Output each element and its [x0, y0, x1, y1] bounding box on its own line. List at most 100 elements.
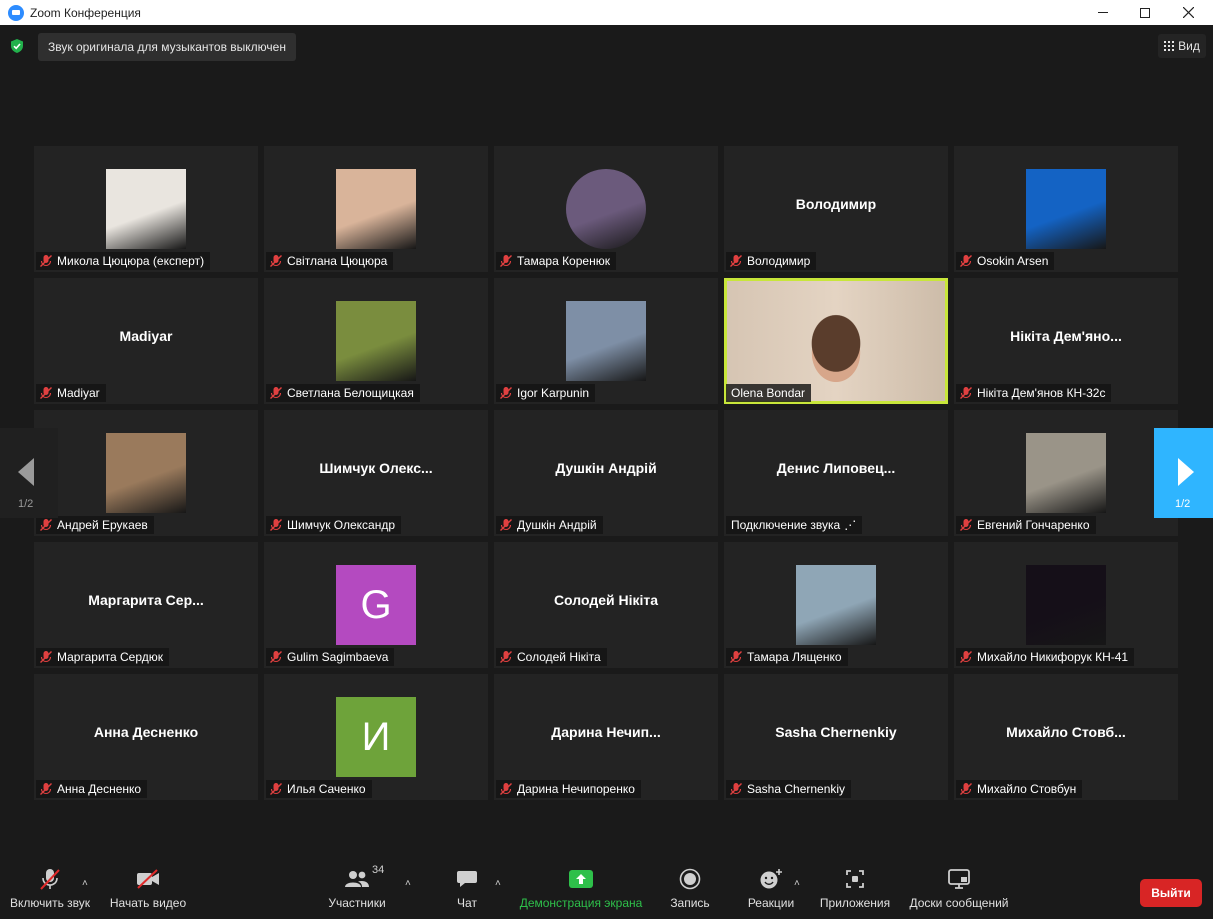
grid-icon	[1164, 41, 1175, 51]
start-video-button[interactable]: Начать видео	[104, 862, 192, 919]
participants-options-caret[interactable]: ˄	[405, 878, 415, 889]
participant-tile[interactable]: Світлана Цюцюра	[264, 146, 488, 272]
participant-display-name: Madiyar	[119, 328, 173, 344]
mic-muted-icon	[500, 387, 512, 399]
participant-tile[interactable]: Тамара Лященко	[724, 542, 948, 668]
maximize-button[interactable]	[1123, 0, 1167, 25]
participant-name: Світлана Цюцюра	[287, 254, 388, 268]
participant-tile[interactable]: Olena Bondar	[724, 278, 948, 404]
participant-tile[interactable]: Дарина Нечип... Дарина Нечипоренко	[494, 674, 718, 800]
participant-name: Тамара Лященко	[747, 650, 842, 664]
mic-muted-icon	[500, 255, 512, 267]
participant-tile[interactable]: Михайло Стовб... Михайло Стовбун	[954, 674, 1178, 800]
participant-tile[interactable]: Osokin Arsen	[954, 146, 1178, 272]
participant-display-name: Михайло Стовб...	[1006, 724, 1126, 740]
window-title: Zoom Конференция	[30, 5, 141, 20]
participant-name-label: Михайло Никифорук КН-41	[956, 648, 1135, 666]
unmute-label: Включить звук	[9, 896, 91, 910]
participant-tile[interactable]: Маргарита Сер... Маргарита Сердюк	[34, 542, 258, 668]
close-button[interactable]	[1166, 0, 1210, 25]
participant-tile[interactable]: Анна Десненко Анна Десненко	[34, 674, 258, 800]
prev-page-indicator: 1/2	[18, 498, 34, 510]
participant-tile[interactable]: Sasha Chernenkiy Sasha Chernenkiy	[724, 674, 948, 800]
reactions-options-caret[interactable]: ˄	[794, 878, 804, 889]
participant-name: Михайло Стовбун	[977, 782, 1077, 796]
leave-button[interactable]: Выйти	[1140, 879, 1202, 907]
mic-muted-icon	[40, 387, 52, 399]
participant-tile[interactable]: Солодей Нікіта Солодей Нікіта	[494, 542, 718, 668]
prev-page-button[interactable]: 1/2	[0, 428, 58, 518]
mic-muted-icon	[730, 651, 742, 663]
view-button[interactable]: Вид	[1158, 34, 1206, 58]
participant-tile[interactable]: Madiyar Madiyar	[34, 278, 258, 404]
participant-name-label: Михайло Стовбун	[956, 780, 1083, 798]
share-screen-label: Демонстрация экрана	[519, 896, 643, 910]
participant-name: Евгений Гончаренко	[977, 518, 1090, 532]
participant-display-name: Нікіта Дем'яно...	[1010, 328, 1122, 344]
share-screen-button[interactable]: Демонстрация экрана	[516, 862, 646, 919]
mic-muted-icon	[500, 519, 512, 531]
participant-photo	[566, 301, 646, 381]
arrow-left-icon	[18, 458, 34, 486]
participant-display-name: Маргарита Сер...	[88, 592, 204, 608]
connecting-icon: ⋰	[844, 518, 857, 532]
mic-muted-icon	[960, 783, 972, 795]
participant-photo	[1026, 169, 1106, 249]
shield-icon[interactable]	[9, 38, 25, 54]
participant-tile[interactable]: Душкін Андрій Душкін Андрій	[494, 410, 718, 536]
mic-muted-icon	[270, 783, 282, 795]
participant-tile[interactable]: Андрей Ерукаев	[34, 410, 258, 536]
chat-options-caret[interactable]: ˄	[495, 878, 505, 889]
minimize-button[interactable]	[1081, 0, 1125, 25]
participant-tile[interactable]: Михайло Никифорук КН-41	[954, 542, 1178, 668]
participant-tile[interactable]: Тамара Коренюк	[494, 146, 718, 272]
participant-name-label: Андрей Ерукаев	[36, 516, 154, 534]
chat-icon	[457, 871, 477, 887]
chat-button[interactable]: Чат	[447, 862, 487, 919]
participant-name: Olena Bondar	[731, 386, 806, 400]
participant-tile[interactable]: И Илья Саченко	[264, 674, 488, 800]
participant-photo	[336, 169, 416, 249]
mic-muted-icon	[40, 519, 52, 531]
participant-tile[interactable]: Микола Цюцюра (експерт)	[34, 146, 258, 272]
participant-name: Светлана Белощицкая	[287, 386, 414, 400]
apps-icon	[846, 870, 864, 888]
participant-name-label: Душкін Андрій	[496, 516, 603, 534]
participant-name: Андрей Ерукаев	[57, 518, 148, 532]
gallery-grid: Микола Цюцюра (експерт) Світлана Цюцюра Та…	[34, 146, 1178, 800]
participants-button[interactable]: 34 Участники	[322, 862, 392, 919]
unmute-button[interactable]: Включить звук	[6, 862, 94, 919]
next-page-button[interactable]: 1/2	[1154, 428, 1213, 518]
participant-tile[interactable]: Шимчук Олекс... Шимчук Олександр	[264, 410, 488, 536]
view-label: Вид	[1178, 39, 1200, 53]
participant-tile[interactable]: G Gulim Sagimbaeva	[264, 542, 488, 668]
participant-tile[interactable]: Володимир Володимир	[724, 146, 948, 272]
participant-display-name: Анна Десненко	[93, 724, 199, 740]
mic-muted-icon	[730, 783, 742, 795]
mic-muted-icon	[270, 519, 282, 531]
participant-name-label: Солодей Нікіта	[496, 648, 607, 666]
participant-tile[interactable]: Денис Липовец... Подключение звука ⋰	[724, 410, 948, 536]
participant-photo	[566, 169, 646, 249]
original-sound-status[interactable]: Звук оригинала для музыкантов выключен	[38, 33, 296, 61]
record-button[interactable]: Запись	[665, 862, 715, 919]
participant-display-name: Sasha Chernenkiy	[775, 724, 897, 740]
apps-button[interactable]: Приложения	[815, 862, 895, 919]
participant-tile[interactable]: Светлана Белощицкая	[264, 278, 488, 404]
participant-tile[interactable]: Евгений Гончаренко	[954, 410, 1178, 536]
participant-display-name: Дарина Нечип...	[551, 724, 661, 740]
participant-tile[interactable]: Igor Karpunin	[494, 278, 718, 404]
mic-muted-icon	[500, 651, 512, 663]
arrow-right-icon	[1178, 458, 1194, 486]
record-label: Запись	[670, 896, 710, 910]
audio-options-caret[interactable]: ˄	[82, 878, 92, 889]
participant-tile[interactable]: Нікіта Дем'яно... Нікіта Дем'янов КН-32с	[954, 278, 1178, 404]
participant-initial-avatar: G	[336, 565, 416, 645]
participant-photo	[336, 301, 416, 381]
participants-label: Участники	[328, 896, 386, 910]
reactions-button[interactable]: Реакции	[743, 862, 799, 919]
whiteboards-button[interactable]: Доски сообщений	[904, 862, 1014, 919]
participant-name-label: Gulim Sagimbaeva	[266, 648, 395, 666]
close-icon	[1182, 7, 1194, 18]
participant-name-label: Тамара Лященко	[726, 648, 848, 666]
